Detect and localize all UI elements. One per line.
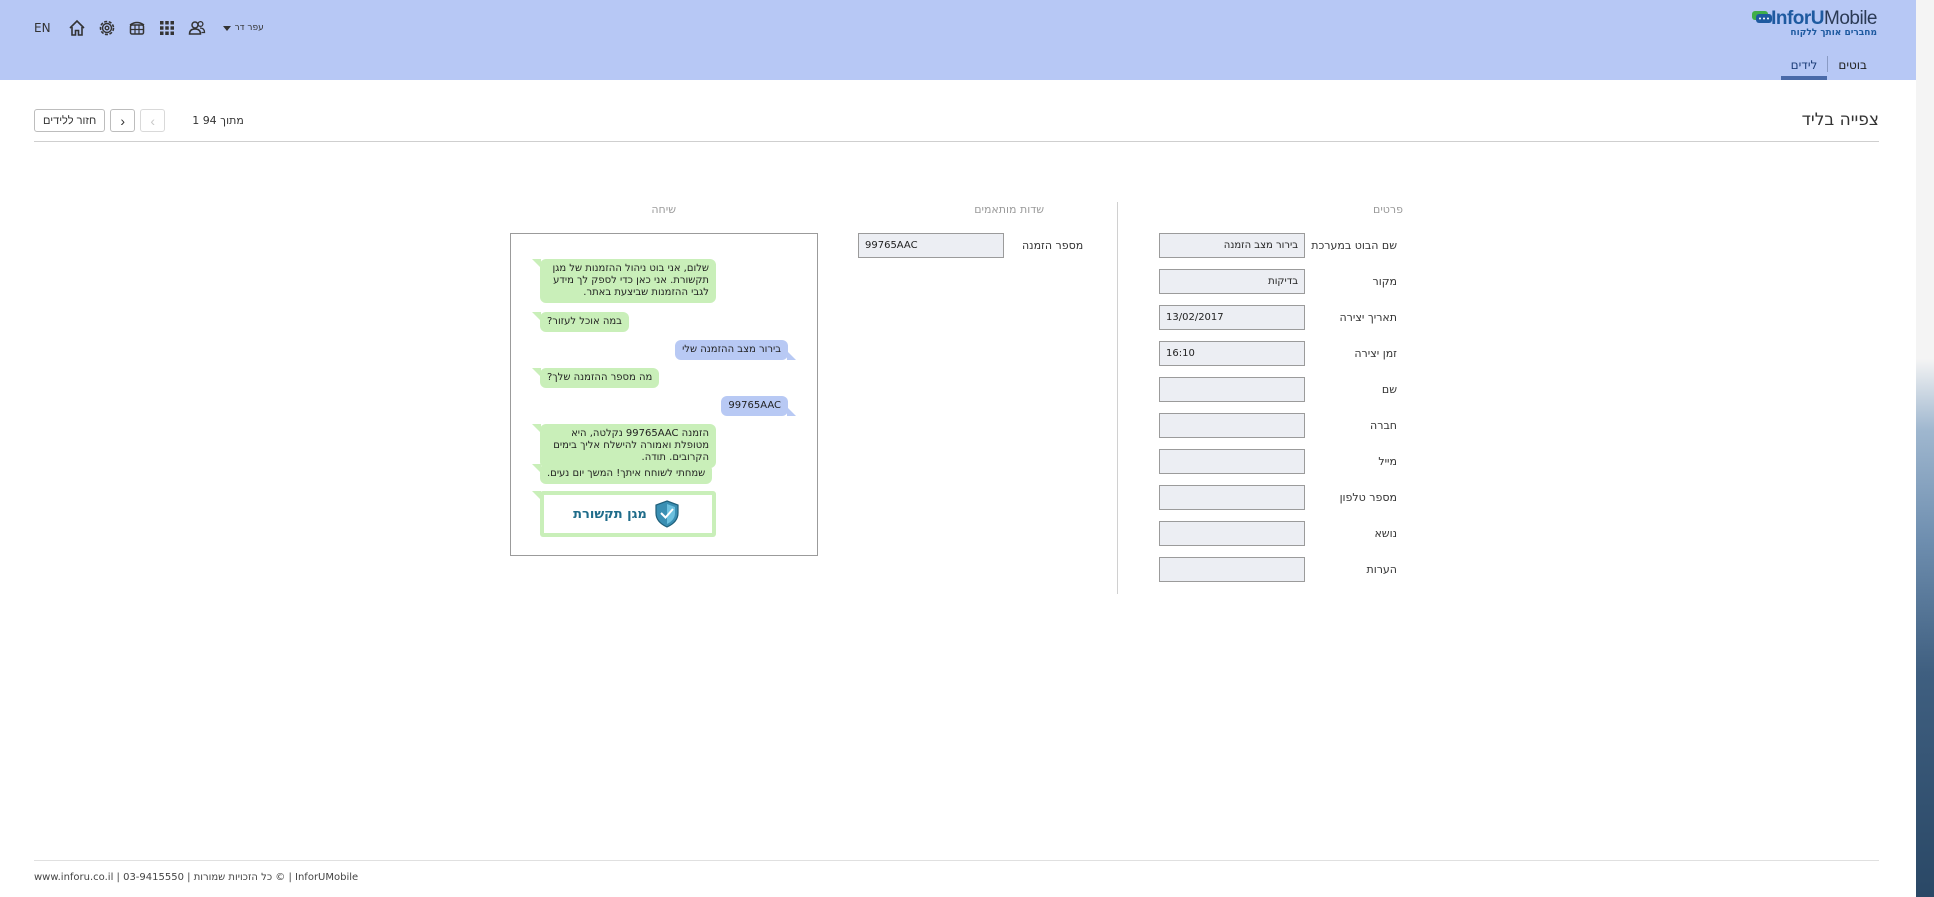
nav-tab-bots[interactable]: בוטים bbox=[1828, 58, 1877, 78]
chat-bubble-logo-icon bbox=[1752, 11, 1773, 23]
settings-icon[interactable] bbox=[97, 18, 117, 38]
user-menu[interactable]: עפר דר bbox=[222, 23, 264, 33]
chat-message-bot: שלום, אני בוט ניהול ההזמנות של מגן תקשור… bbox=[532, 259, 716, 303]
detail-field-row: מייל bbox=[1159, 449, 1397, 474]
chevron-left-icon: ‹ bbox=[150, 112, 156, 129]
logo-part-mobile: Mobile bbox=[1824, 8, 1877, 29]
column-divider bbox=[1117, 202, 1118, 594]
main-nav: בוטים לידים bbox=[1780, 52, 1877, 80]
custom-field-row: 99765AAC מספר הזמנה bbox=[858, 233, 1242, 258]
detail-field-label: נושא bbox=[1374, 527, 1397, 540]
detail-field-label: מספר טלפון bbox=[1339, 491, 1397, 504]
detail-field-label: תאריך יצירה bbox=[1339, 311, 1398, 324]
detail-field-input[interactable] bbox=[1159, 557, 1305, 582]
footer-divider bbox=[34, 860, 1879, 861]
page-title-bar: צפייה בליד חזור ללידים › ‹ 1 מתוך 94 bbox=[34, 106, 1879, 142]
pager-counter: 1 מתוך 94 bbox=[192, 114, 244, 127]
store-icon[interactable] bbox=[127, 18, 147, 38]
chat-message-user: בירור מצב ההזמנה שלי bbox=[675, 340, 796, 360]
magen-logo-text: מגן תקשורת bbox=[573, 506, 647, 522]
detail-field-input[interactable] bbox=[1159, 449, 1305, 474]
conversation-header: שיחה bbox=[651, 203, 676, 216]
detail-field-row: בדיקות מקור bbox=[1159, 269, 1397, 294]
detail-field-input[interactable] bbox=[1159, 413, 1305, 438]
detail-field-label: חברה bbox=[1370, 419, 1397, 432]
chevron-down-icon bbox=[222, 25, 231, 31]
chat-message-bot: במה אוכל לעזור? bbox=[532, 312, 629, 332]
home-icon[interactable] bbox=[67, 18, 87, 38]
background-edge bbox=[1916, 0, 1934, 897]
shield-icon bbox=[655, 500, 679, 528]
apps-grid-icon[interactable] bbox=[157, 18, 177, 38]
top-toolbar: EN עפר דר bbox=[34, 18, 264, 38]
detail-field-input[interactable]: בדיקות bbox=[1159, 269, 1305, 294]
conversation-box: שלום, אני בוט ניהול ההזמנות של מגן תקשור… bbox=[510, 233, 818, 556]
chevron-right-icon: › bbox=[120, 112, 126, 129]
lead-pager: חזור ללידים › ‹ 1 מתוך 94 bbox=[34, 109, 244, 132]
detail-field-row: שם bbox=[1159, 377, 1397, 402]
detail-field-input[interactable] bbox=[1159, 485, 1305, 510]
custom-fields-header: שדות מותאמים bbox=[974, 203, 1044, 216]
detail-field-label: מקור bbox=[1372, 275, 1397, 288]
detail-field-label: שם הבוט במערכת bbox=[1311, 239, 1397, 252]
chat-message-user: 99765AAC bbox=[721, 396, 796, 416]
detail-field-input[interactable] bbox=[1159, 521, 1305, 546]
users-icon[interactable] bbox=[187, 18, 207, 38]
detail-field-label: הערות bbox=[1366, 563, 1397, 576]
top-header: InforUMobile מחברים אותך ללקוח בוטים ליד… bbox=[0, 0, 1916, 80]
chat-message-bot: הזמנה 99765AAC נקלטה, היא מטופלת ואמורה … bbox=[532, 424, 716, 468]
detail-field-input[interactable]: 13/02/2017 bbox=[1159, 305, 1305, 330]
footer: www.inforu.co.il | 03-9415550 | כל הזכוי… bbox=[34, 872, 359, 883]
chat-message-bot: שמחתי לשוחח איתך! המשך יום נעים. bbox=[531, 464, 713, 484]
magen-logo: מגן תקשורת bbox=[544, 495, 712, 533]
next-lead-button[interactable]: › bbox=[110, 109, 136, 132]
detail-field-label: מייל bbox=[1378, 455, 1397, 468]
back-to-leads-button[interactable]: חזור ללידים bbox=[34, 109, 106, 132]
detail-field-label: זמן יצירה bbox=[1354, 347, 1397, 360]
nav-tab-leads[interactable]: לידים bbox=[1780, 58, 1828, 80]
order-number-label: מספר הזמנה bbox=[1022, 239, 1084, 252]
page-title: צפייה בליד bbox=[1801, 110, 1879, 130]
detail-field-label: שם bbox=[1381, 383, 1397, 396]
logo-part-infor: Infor bbox=[1771, 8, 1811, 29]
order-number-field[interactable]: 99765AAC bbox=[858, 233, 1004, 258]
details-header: פרטים bbox=[1373, 203, 1403, 216]
detail-field-row: נושא bbox=[1159, 521, 1397, 546]
detail-field-row: 13/02/2017 תאריך יצירה bbox=[1159, 305, 1397, 330]
user-name: עפר דר bbox=[234, 23, 264, 33]
language-switch[interactable]: EN bbox=[34, 21, 51, 35]
previous-lead-button[interactable]: ‹ bbox=[140, 109, 166, 132]
logo-part-u: U bbox=[1810, 8, 1825, 29]
detail-field-row: הערות bbox=[1159, 557, 1397, 582]
detail-field-row: חברה bbox=[1159, 413, 1397, 438]
chat-message-bot: מה מספר ההזמנה שלך? bbox=[531, 368, 660, 388]
logo-brand: InforUMobile bbox=[1771, 8, 1877, 30]
inforu-logo[interactable]: InforUMobile מחברים אותך ללקוח bbox=[1752, 8, 1877, 38]
detail-field-input[interactable] bbox=[1159, 377, 1305, 402]
chat-message-logo: מגן תקשורת bbox=[532, 491, 716, 537]
detail-field-input[interactable]: 16:10 bbox=[1159, 341, 1305, 366]
detail-field-row: 16:10 זמן יצירה bbox=[1159, 341, 1397, 366]
detail-field-row: מספר טלפון bbox=[1159, 485, 1397, 510]
